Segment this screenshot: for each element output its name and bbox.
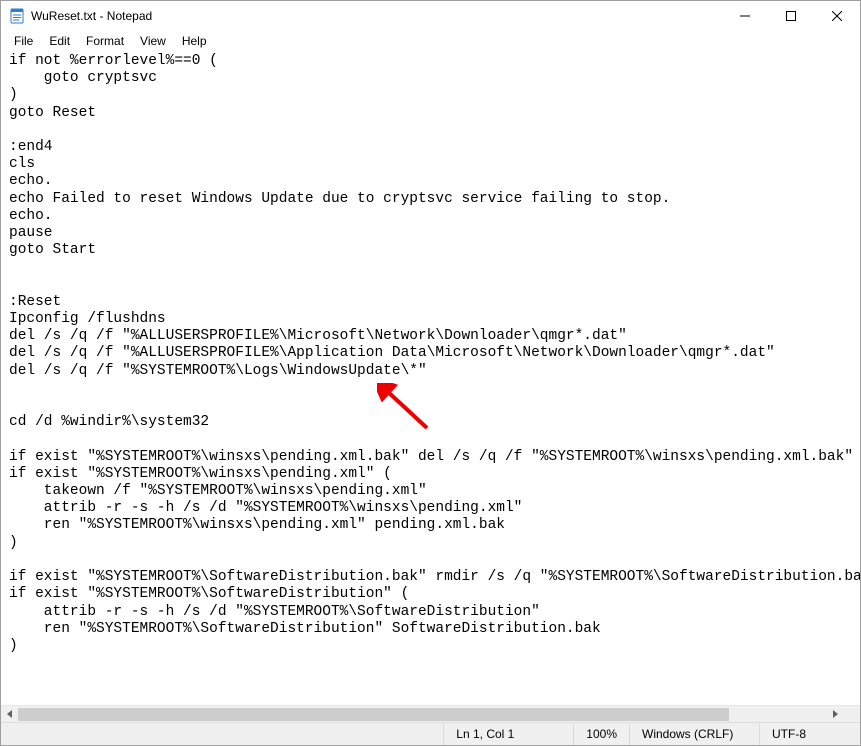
close-button[interactable] [814,1,860,31]
status-spacer [1,723,444,745]
scroll-right-arrow-icon[interactable] [826,706,843,723]
minimize-button[interactable] [722,1,768,31]
menu-file[interactable]: File [7,32,40,50]
notepad-app-icon [9,8,25,24]
status-line-col: Ln 1, Col 1 [444,723,574,745]
scrollbar-track[interactable] [18,706,826,723]
scrollbar-thumb[interactable] [18,708,729,721]
window-title: WuReset.txt - Notepad [31,9,722,23]
menu-view[interactable]: View [133,32,173,50]
text-editor[interactable]: if not %errorlevel%==0 ( goto cryptsvc )… [1,51,860,722]
status-encoding: UTF-8 [760,723,860,745]
titlebar: WuReset.txt - Notepad [1,1,860,31]
menubar: File Edit Format View Help [1,31,860,51]
window-controls [722,1,860,31]
text-content[interactable]: if not %errorlevel%==0 ( goto cryptsvc )… [1,51,860,655]
menu-edit[interactable]: Edit [42,32,77,50]
maximize-button[interactable] [768,1,814,31]
menu-format[interactable]: Format [79,32,131,50]
horizontal-scrollbar[interactable] [1,705,843,722]
status-line-ending: Windows (CRLF) [630,723,760,745]
menu-help[interactable]: Help [175,32,214,50]
scroll-corner [843,705,860,722]
scroll-left-arrow-icon[interactable] [1,706,18,723]
statusbar: Ln 1, Col 1 100% Windows (CRLF) UTF-8 [1,722,860,745]
status-zoom: 100% [574,723,630,745]
